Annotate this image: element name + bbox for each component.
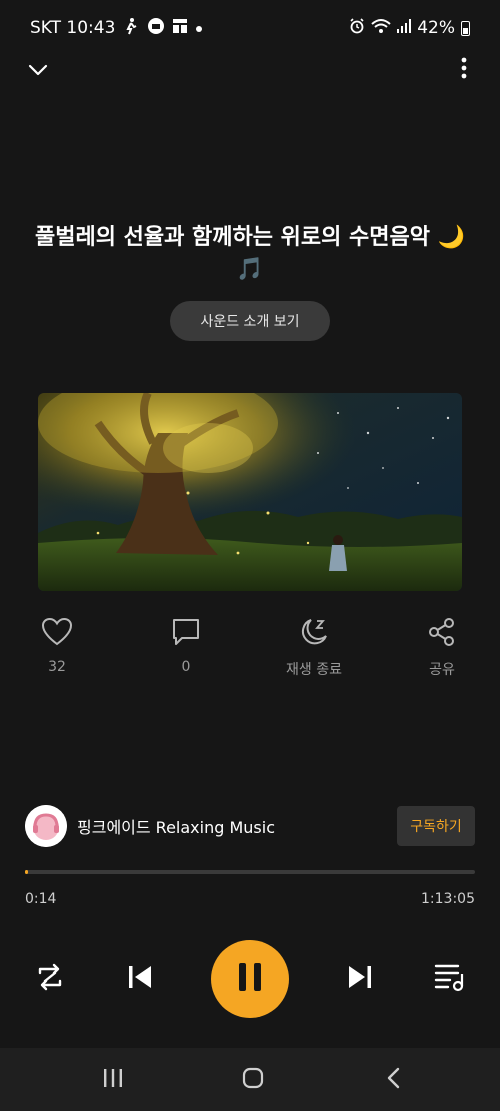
comment-count: 0 — [181, 659, 191, 675]
share-button[interactable]: 공유 — [392, 617, 492, 679]
repeat-button[interactable] — [30, 960, 70, 998]
repeat-icon — [34, 961, 66, 997]
carrier-time: SKT 10:43 — [30, 18, 116, 38]
chevron-down-icon — [28, 61, 48, 80]
subscribe-button[interactable]: 구독하기 — [397, 806, 475, 846]
more-vertical-icon — [461, 57, 467, 83]
sleep-timer-icon — [299, 617, 329, 651]
alarm-icon — [349, 18, 365, 38]
pause-icon — [237, 962, 263, 996]
comment-button[interactable]: 0 — [136, 617, 236, 675]
sound-intro-button[interactable]: 사운드 소개 보기 — [170, 301, 330, 341]
skip-previous-icon — [126, 963, 154, 995]
total-time: 1:13:05 — [421, 891, 475, 907]
grid-app-icon — [173, 19, 188, 37]
sleep-timer-label: 재생 종료 — [286, 662, 342, 678]
wifi-icon — [371, 18, 391, 38]
like-count: 32 — [48, 659, 66, 675]
status-bar: SKT 10:43 42% — [0, 0, 500, 56]
signal-icon — [397, 19, 412, 37]
heart-icon — [41, 617, 73, 651]
home-icon — [241, 1066, 265, 1094]
skip-next-icon — [346, 963, 374, 995]
next-button[interactable] — [340, 960, 380, 998]
channel-row: 핑크에이드 Relaxing Music 구독하기 — [25, 804, 475, 848]
system-nav-bar — [0, 1048, 500, 1111]
battery-icon — [461, 20, 470, 36]
previous-button[interactable] — [120, 960, 160, 998]
share-label: 공유 — [429, 662, 455, 678]
status-left: SKT 10:43 — [30, 17, 203, 39]
comment-icon — [171, 617, 201, 651]
figure-icon — [123, 17, 139, 39]
lock-app-icon — [147, 17, 165, 39]
back-icon — [385, 1067, 401, 1093]
share-icon — [427, 617, 457, 651]
playlist-icon — [434, 962, 466, 996]
home-button[interactable] — [238, 1066, 268, 1094]
playback-controls — [0, 940, 500, 1018]
play-pause-button[interactable] — [211, 940, 289, 1018]
like-button[interactable]: 32 — [7, 617, 107, 675]
status-right: 42% — [349, 18, 470, 38]
collapse-button[interactable] — [22, 56, 54, 84]
progress-bar[interactable] — [25, 870, 475, 874]
recent-apps-icon — [102, 1068, 124, 1092]
battery-percent: 42% — [417, 18, 455, 38]
back-button[interactable] — [378, 1066, 408, 1094]
track-title: 풀벌레의 선율과 함께하는 위로의 수면음악 🌙🎵 — [34, 225, 465, 282]
current-time: 0:14 — [25, 891, 57, 907]
dot-icon — [195, 19, 203, 37]
playlist-button[interactable] — [430, 960, 470, 998]
channel-avatar[interactable] — [25, 805, 67, 847]
channel-name[interactable]: 핑크에이드 Relaxing Music — [77, 814, 275, 838]
progress-fill — [25, 870, 28, 874]
more-options-button[interactable] — [450, 56, 478, 84]
recent-apps-button[interactable] — [98, 1066, 128, 1094]
action-row: 32 0 재생 종료 공유 — [0, 617, 500, 687]
album-artwork — [38, 393, 462, 591]
sleep-timer-button[interactable]: 재생 종료 — [264, 617, 364, 679]
